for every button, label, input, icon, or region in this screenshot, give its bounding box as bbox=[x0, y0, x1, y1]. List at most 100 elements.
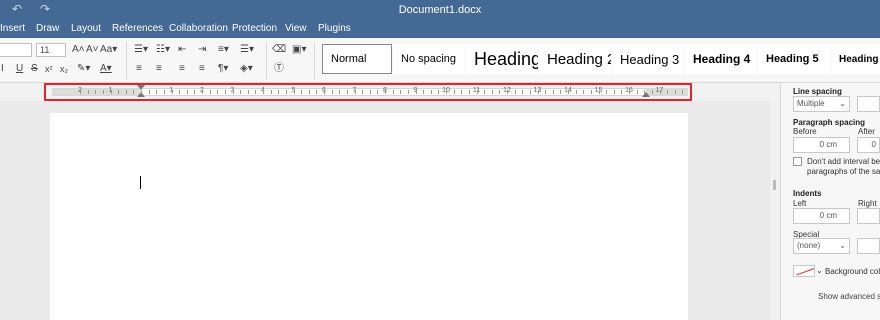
ruler-tick bbox=[110, 90, 112, 94]
increase-font-icon[interactable]: A˄ bbox=[72, 44, 85, 56]
clear-formatting-icon[interactable]: ⌫ bbox=[272, 44, 286, 56]
ruler-tick bbox=[369, 90, 371, 94]
decrease-indent-icon[interactable]: ⇤ bbox=[178, 44, 186, 56]
no-color-swatch-icon bbox=[796, 267, 814, 276]
ruler-tick bbox=[148, 90, 150, 94]
font-name-select[interactable] bbox=[0, 43, 32, 57]
show-advanced-settings-link[interactable]: Show advanced se bbox=[818, 292, 880, 301]
style-heading-3[interactable]: Heading 3 bbox=[612, 44, 684, 74]
italic-icon[interactable]: I bbox=[1, 63, 4, 75]
superscript-icon[interactable]: x² bbox=[45, 63, 53, 75]
ruler-tick bbox=[415, 90, 417, 94]
ruler-tick bbox=[583, 90, 585, 94]
style-heading-6[interactable]: Heading 6 bbox=[831, 44, 880, 74]
line-spacing-label: Line spacing bbox=[793, 87, 842, 96]
shading-icon[interactable]: ◈▾ bbox=[240, 63, 253, 75]
ruler-tick bbox=[354, 90, 356, 94]
subscript-icon[interactable]: x₂ bbox=[60, 63, 68, 75]
tab-references[interactable]: References bbox=[112, 23, 163, 34]
style-heading-5[interactable]: Heading 5 bbox=[758, 44, 830, 74]
justify-icon[interactable]: ≡ bbox=[199, 63, 205, 75]
tab-protection[interactable]: Protection bbox=[232, 23, 277, 34]
line-spacing-select[interactable]: Multiple ⌄ bbox=[793, 96, 850, 112]
right-indent-marker[interactable] bbox=[642, 92, 650, 97]
document-title: Document1.docx bbox=[398, 4, 482, 16]
ruler-tick bbox=[270, 90, 272, 94]
bullet-list-icon[interactable]: ☰▾ bbox=[134, 44, 148, 56]
ruler-tick bbox=[316, 90, 318, 94]
dont-add-interval-checkbox[interactable] bbox=[793, 157, 802, 166]
ruler-tick bbox=[606, 90, 608, 94]
ruler-tick bbox=[568, 90, 569, 94]
ruler-tick bbox=[209, 90, 211, 94]
align-left-icon[interactable]: ≡ bbox=[136, 63, 142, 75]
ruler-tick bbox=[560, 90, 562, 94]
tab-draw[interactable]: Draw bbox=[36, 23, 59, 34]
after-label: After bbox=[858, 127, 875, 136]
nonprinting-chars-icon[interactable]: Ⓣ bbox=[274, 63, 284, 75]
before-spacing-field[interactable]: 0 cm bbox=[793, 137, 850, 153]
ruler-tick bbox=[621, 90, 623, 94]
after-spacing-field[interactable]: 0 bbox=[857, 137, 880, 153]
style-heading-1[interactable]: Heading 1 bbox=[466, 44, 538, 74]
highlight-color-icon[interactable]: ✎▾ bbox=[77, 63, 90, 75]
ruler-tick bbox=[385, 90, 386, 94]
toolbar-separator bbox=[266, 42, 267, 79]
ruler-tick bbox=[613, 90, 615, 94]
left-indent-field[interactable]: 0 cm bbox=[793, 208, 850, 224]
special-indent-select[interactable]: (none) ⌄ bbox=[793, 238, 850, 254]
background-color-button[interactable] bbox=[793, 265, 815, 277]
tab-plugins[interactable]: Plugins bbox=[318, 23, 351, 34]
decrease-font-icon[interactable]: A˅ bbox=[86, 44, 99, 56]
special-indent-amount-field[interactable] bbox=[857, 238, 880, 254]
align-right-icon[interactable]: ≡ bbox=[179, 63, 185, 75]
ruler-tick bbox=[346, 90, 348, 94]
horizontal-ruler[interactable]: 211234567891011121314151617 bbox=[52, 85, 688, 97]
ruler-tick bbox=[247, 90, 249, 94]
line-spacing-icon[interactable]: ≡▾ bbox=[218, 44, 229, 56]
change-case-icon[interactable]: Aa▾ bbox=[100, 44, 117, 56]
line-spacing-amount-field[interactable] bbox=[857, 96, 880, 112]
menu-bar: Insert Draw Layout References Collaborat… bbox=[0, 20, 880, 38]
underline-icon[interactable]: U bbox=[16, 63, 23, 75]
ruler-tick bbox=[491, 90, 493, 94]
ruler-tick bbox=[186, 90, 188, 94]
style-heading-4[interactable]: Heading 4 bbox=[685, 44, 757, 74]
document-page[interactable] bbox=[50, 113, 688, 320]
ruler-tick bbox=[392, 90, 394, 94]
font-size-select[interactable]: 11 bbox=[36, 43, 66, 57]
style-normal[interactable]: Normal bbox=[322, 44, 392, 74]
ruler-tick bbox=[461, 90, 463, 94]
numbered-list-icon[interactable]: ☷▾ bbox=[156, 44, 170, 56]
ruler-tick bbox=[339, 90, 341, 94]
paragraph-marks-icon[interactable]: ¶▾ bbox=[218, 63, 228, 75]
background-color-dropdown-icon[interactable]: ⌄ bbox=[816, 266, 823, 275]
right-indent-field[interactable] bbox=[857, 208, 880, 224]
tab-collaboration[interactable]: Collaboration bbox=[169, 23, 228, 34]
strikethrough-icon[interactable]: S bbox=[31, 63, 38, 75]
tab-view[interactable]: View bbox=[285, 23, 307, 34]
ruler-tick bbox=[598, 90, 600, 94]
ruler-tick bbox=[102, 90, 104, 94]
styles-gallery: Normal No spacing Heading 1 Heading 2 He… bbox=[320, 44, 880, 74]
ruler-tick bbox=[453, 90, 455, 94]
align-center-icon[interactable]: ≡ bbox=[156, 63, 162, 75]
tab-insert[interactable]: Insert bbox=[0, 23, 25, 34]
increase-indent-icon[interactable]: ⇥ bbox=[198, 44, 206, 56]
copy-style-icon[interactable]: ▣▾ bbox=[292, 44, 306, 56]
ruler-tick bbox=[514, 90, 516, 94]
multilevel-list-icon[interactable]: ☰▾ bbox=[240, 44, 254, 56]
style-no-spacing[interactable]: No spacing bbox=[393, 44, 465, 74]
ruler-tick bbox=[224, 90, 226, 94]
font-color-icon[interactable]: A▾ bbox=[100, 63, 112, 75]
ruler-tick bbox=[552, 90, 554, 94]
ruler-tick bbox=[293, 90, 295, 94]
style-heading-2[interactable]: Heading 2 bbox=[539, 44, 611, 74]
tab-layout[interactable]: Layout bbox=[71, 23, 101, 34]
ruler-tick bbox=[179, 90, 181, 94]
panel-resize-handle[interactable] bbox=[773, 180, 776, 190]
ruler-tick bbox=[141, 90, 142, 94]
ruler-tick bbox=[232, 90, 234, 94]
ruler-tick bbox=[308, 90, 310, 94]
indents-label: Indents bbox=[793, 189, 822, 198]
